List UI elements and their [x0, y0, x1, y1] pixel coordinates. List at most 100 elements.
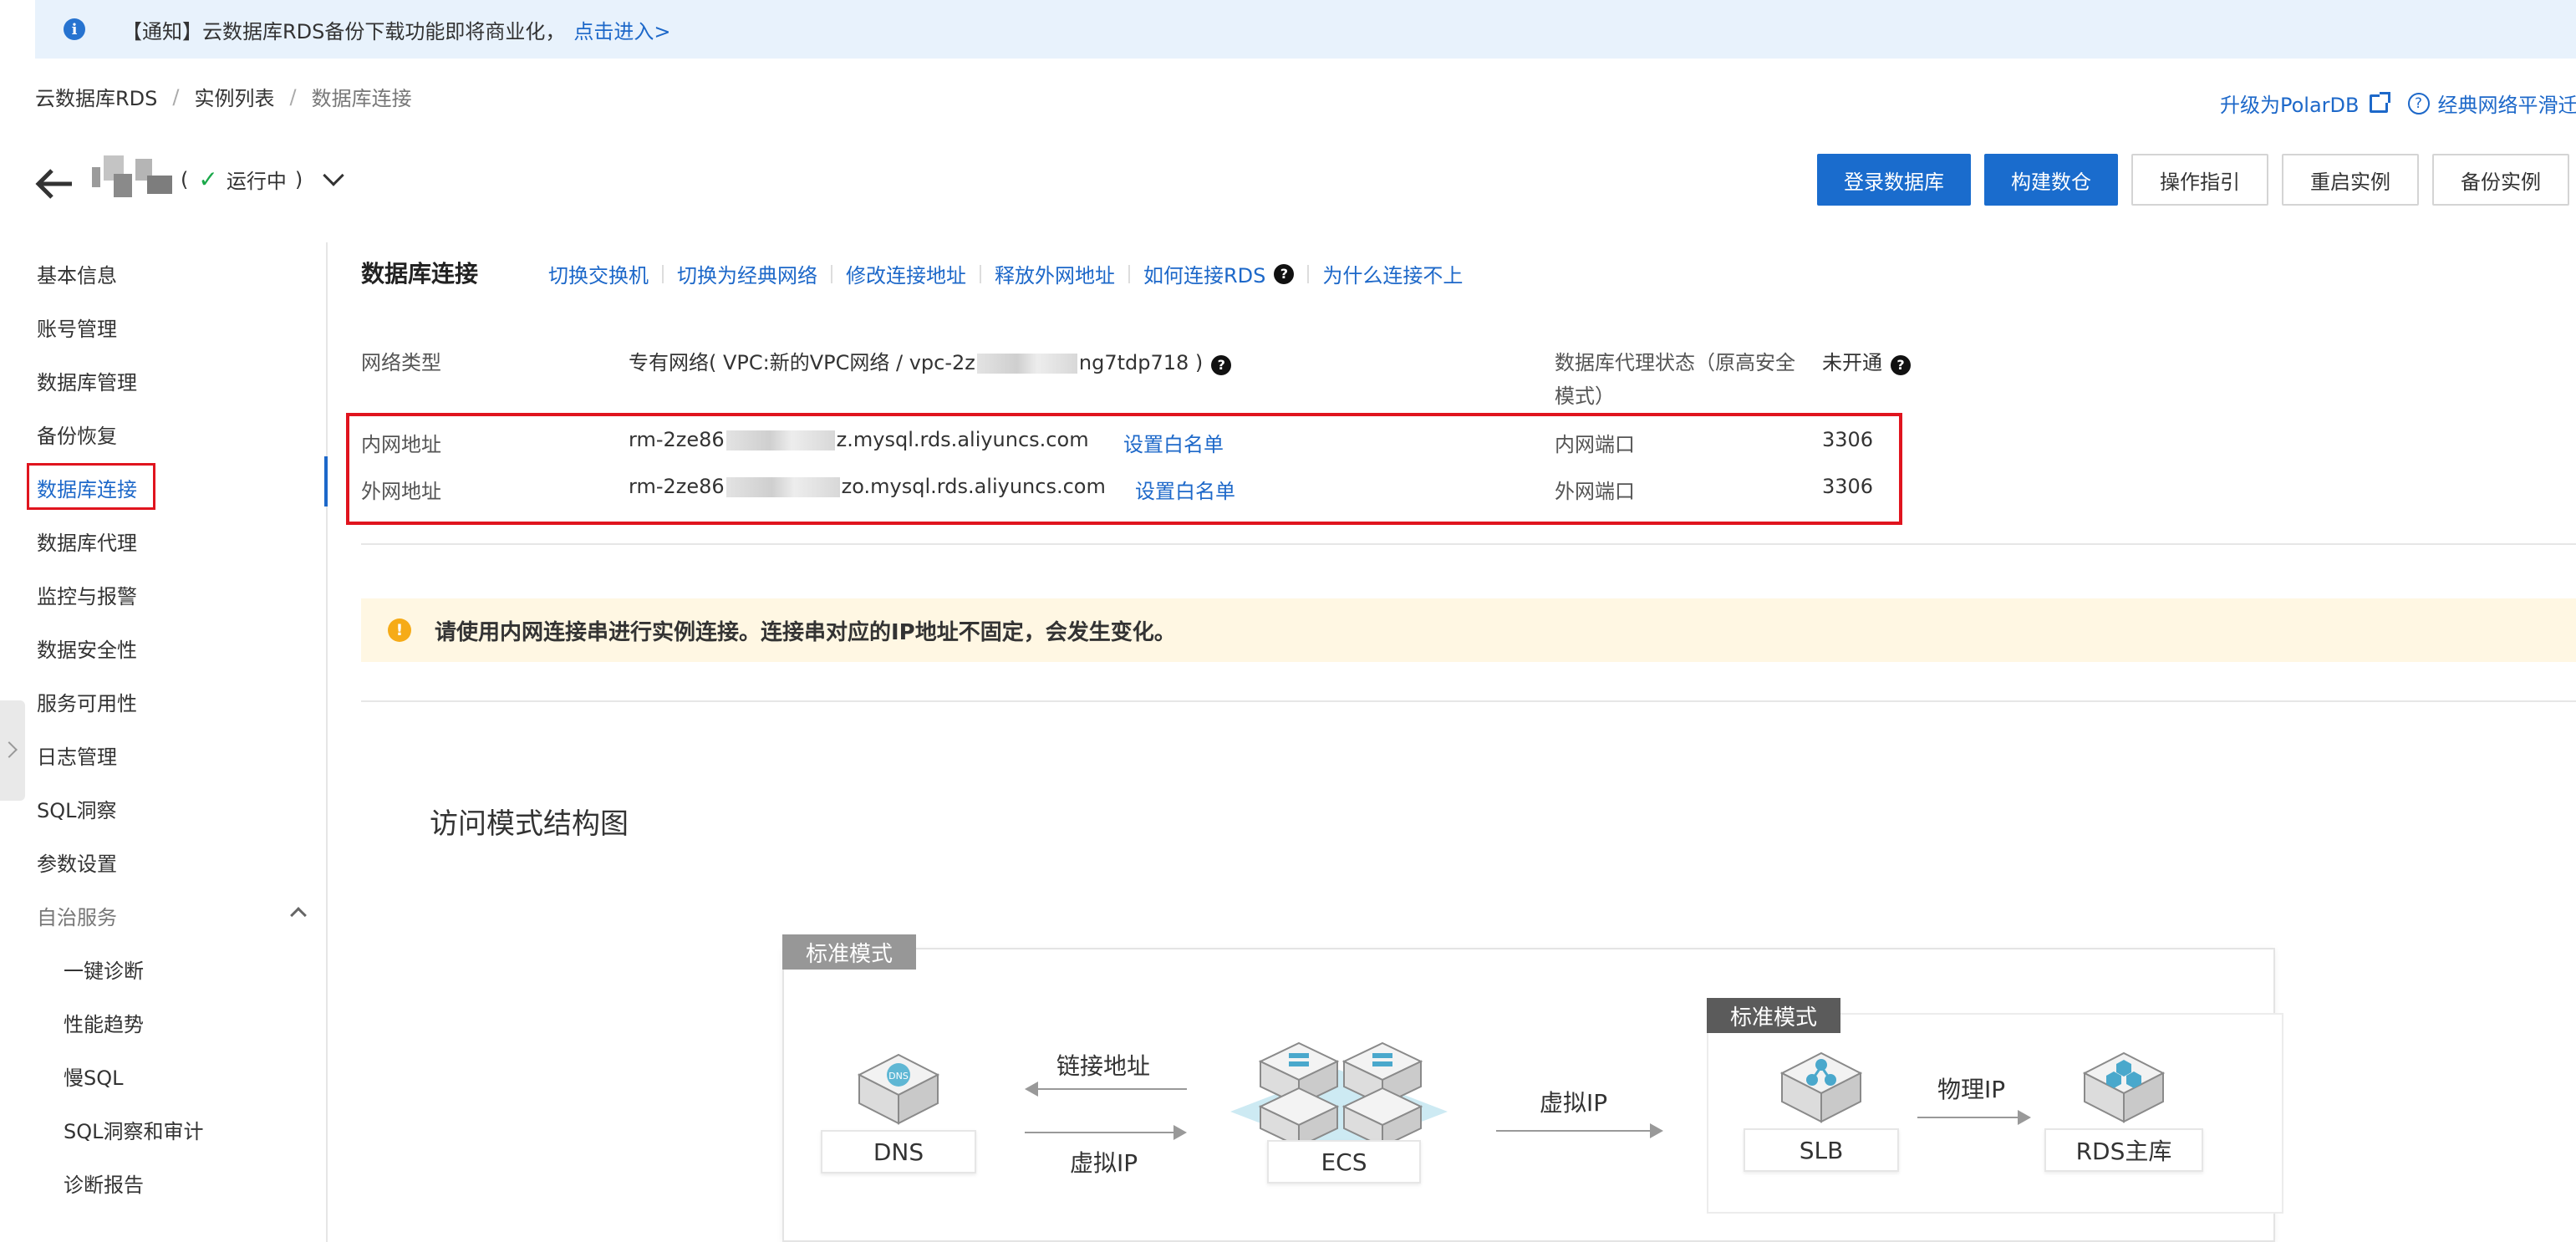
help-icon[interactable]: ?	[1891, 354, 1911, 375]
top-right-links: 升级为PolarDB ? 经典网络平滑迁移	[2220, 89, 2576, 118]
proxy-status-label-line2: 模式）	[1555, 384, 1615, 408]
sidebar-item-availability[interactable]: 服务可用性	[37, 687, 137, 716]
sidebar-group-autonomous[interactable]: 自治服务	[37, 901, 117, 930]
sidebar-subitem-sql-audit[interactable]: SQL洞察和审计	[64, 1115, 204, 1144]
slb-label: SLB	[1744, 1128, 1899, 1172]
active-indicator	[324, 456, 328, 506]
sidebar-item-logs[interactable]: 日志管理	[37, 741, 117, 770]
divider	[1128, 264, 1130, 283]
connection-actions: 切换交换机 切换为经典网络 修改连接地址 释放外网地址 如何连接RDS ? 为什…	[548, 259, 1463, 288]
divider-line	[361, 700, 2576, 702]
redacted-blur	[976, 354, 1077, 374]
help-icon[interactable]: ?	[2407, 92, 2430, 115]
help-icon[interactable]: ?	[1211, 354, 1232, 375]
breadcrumb-separator: /	[172, 84, 180, 109]
restart-instance-button[interactable]: 重启实例	[2282, 154, 2419, 206]
breadcrumb-separator: /	[289, 84, 297, 109]
header-buttons: 登录数据库 构建数仓 操作指引 重启实例 备份实例	[1817, 154, 2576, 206]
modify-address-link[interactable]: 修改连接地址	[846, 259, 966, 288]
warning-text: 请使用内网连接串进行实例连接。连接串对应的IP地址不固定，会发生变化。	[435, 619, 1176, 645]
mode-tag-outer: 标准模式	[782, 934, 917, 970]
help-icon[interactable]: ?	[1274, 263, 1295, 284]
proxy-status-text: 未开通	[1822, 351, 1882, 374]
diagram-title: 访问模式结构图	[430, 807, 629, 841]
arrow-right	[1496, 1123, 1663, 1138]
sidebar-item-params[interactable]: 参数设置	[37, 848, 117, 877]
warning-icon: !	[388, 618, 411, 642]
network-type-prefix: 专有网络( VPC:新的VPC网络 / vpc-2z	[629, 351, 975, 374]
network-type-label: 网络类型	[361, 351, 441, 374]
chevron-up-icon[interactable]	[290, 907, 307, 924]
ecs-node: ECS	[1229, 1036, 1449, 1189]
arrow-label-virtual-ip-2: 虚拟IP	[1540, 1089, 1608, 1117]
notice-link[interactable]: 点击进入>	[573, 15, 670, 44]
dns-label: DNS	[821, 1130, 976, 1173]
ecs-label: ECS	[1267, 1140, 1421, 1183]
chevron-down-icon[interactable]	[323, 164, 344, 186]
network-type-value: 专有网络( VPC:新的VPC网络 / vpc-2z ng7tdp718 )?	[629, 346, 1232, 375]
instance-name-redacted	[89, 152, 174, 199]
backup-instance-button[interactable]: 备份实例	[2432, 154, 2569, 206]
arrow-left	[1025, 1082, 1187, 1097]
sidebar-toggle-handle[interactable]	[0, 700, 25, 801]
sidebar-subitem-performance[interactable]: 性能趋势	[64, 1008, 144, 1037]
breadcrumb: 云数据库RDS / 实例列表 / 数据库连接	[35, 82, 412, 111]
mode-tag-inner: 标准模式	[1707, 998, 1841, 1033]
warning-banner: ! 请使用内网连接串进行实例连接。连接串对应的IP地址不固定，会发生变化。	[361, 598, 2576, 662]
arrow-label-virtual-ip-1: 虚拟IP	[1070, 1149, 1138, 1177]
rds-label: RDS主库	[2044, 1128, 2203, 1172]
arrow-right	[1025, 1125, 1187, 1140]
breadcrumb-item-instance-list[interactable]: 实例列表	[194, 82, 274, 111]
highlight-box-sidebar	[27, 463, 155, 510]
build-warehouse-button[interactable]: 构建数仓	[1984, 154, 2118, 206]
rds-node: RDS主库	[2044, 1048, 2203, 1173]
sidebar-item-proxy[interactable]: 数据库代理	[37, 527, 137, 556]
status-paren-close: )	[294, 167, 303, 191]
slb-icon	[1779, 1051, 1863, 1123]
classic-migrate-link[interactable]: 经典网络平滑迁移	[2438, 89, 2576, 118]
sidebar-subitem-slow-sql[interactable]: 慢SQL	[64, 1061, 124, 1091]
sidebar-item-monitoring[interactable]: 监控与报警	[37, 580, 137, 609]
check-icon: ✓	[198, 165, 218, 193]
proxy-status-label-line1: 数据库代理状态（原高安全	[1555, 351, 1795, 374]
sidebar-item-databases[interactable]: 数据库管理	[37, 366, 137, 395]
arrow-label-physical-ip: 物理IP	[1937, 1076, 2006, 1103]
dns-badge-text: DNS	[888, 1071, 909, 1082]
guide-button[interactable]: 操作指引	[2131, 154, 2268, 206]
sidebar-subitem-diagnosis[interactable]: 一键诊断	[64, 954, 144, 984]
why-cannot-connect-link[interactable]: 为什么连接不上	[1322, 259, 1463, 288]
rds-database-icon	[2082, 1051, 2166, 1123]
section-title: 数据库连接	[361, 260, 479, 288]
upgrade-polardb-link[interactable]: 升级为PolarDB	[2220, 89, 2360, 118]
divider	[662, 264, 664, 283]
dns-server-icon: DNS	[857, 1053, 940, 1125]
login-database-button[interactable]: 登录数据库	[1817, 154, 1971, 206]
proxy-status-value: 未开通?	[1822, 346, 1911, 375]
notice-bar: i 【通知】云数据库RDS备份下载功能即将商业化， 点击进入>	[35, 0, 2576, 59]
divider	[831, 264, 832, 283]
external-link-icon[interactable]	[2369, 91, 2390, 113]
sidebar-subitem-report[interactable]: 诊断报告	[64, 1168, 144, 1198]
slb-node: SLB	[1744, 1048, 1899, 1173]
instance-status: ( ✓ 运行中 )	[181, 164, 344, 194]
arrow-label-link-address: 链接地址	[1056, 1052, 1151, 1080]
sidebar-item-basic-info[interactable]: 基本信息	[37, 259, 117, 288]
notice-text: 【通知】云数据库RDS备份下载功能即将商业化，	[122, 19, 566, 43]
sidebar-item-security[interactable]: 数据安全性	[37, 634, 137, 663]
highlight-box-addresses	[346, 413, 1902, 525]
back-arrow-icon[interactable]	[33, 165, 75, 199]
divider	[1307, 264, 1310, 283]
dns-node: DNS DNS	[821, 1050, 976, 1175]
sidebar-item-accounts[interactable]: 账号管理	[37, 313, 117, 342]
breadcrumb-item-current: 数据库连接	[311, 87, 412, 110]
release-public-link[interactable]: 释放外网地址	[995, 259, 1115, 288]
how-to-connect-link[interactable]: 如何连接RDS	[1143, 259, 1265, 288]
sidebar-item-sql-insight[interactable]: SQL洞察	[37, 794, 117, 823]
arrow-right	[1917, 1110, 2031, 1125]
sidebar-item-backup[interactable]: 备份恢复	[37, 420, 117, 449]
switch-vswitch-link[interactable]: 切换交换机	[548, 259, 649, 288]
status-paren-open: (	[181, 167, 189, 191]
switch-classic-link[interactable]: 切换为经典网络	[677, 259, 817, 288]
breadcrumb-item-rds[interactable]: 云数据库RDS	[35, 82, 157, 111]
network-type-suffix: ng7tdp718 )	[1078, 351, 1204, 374]
